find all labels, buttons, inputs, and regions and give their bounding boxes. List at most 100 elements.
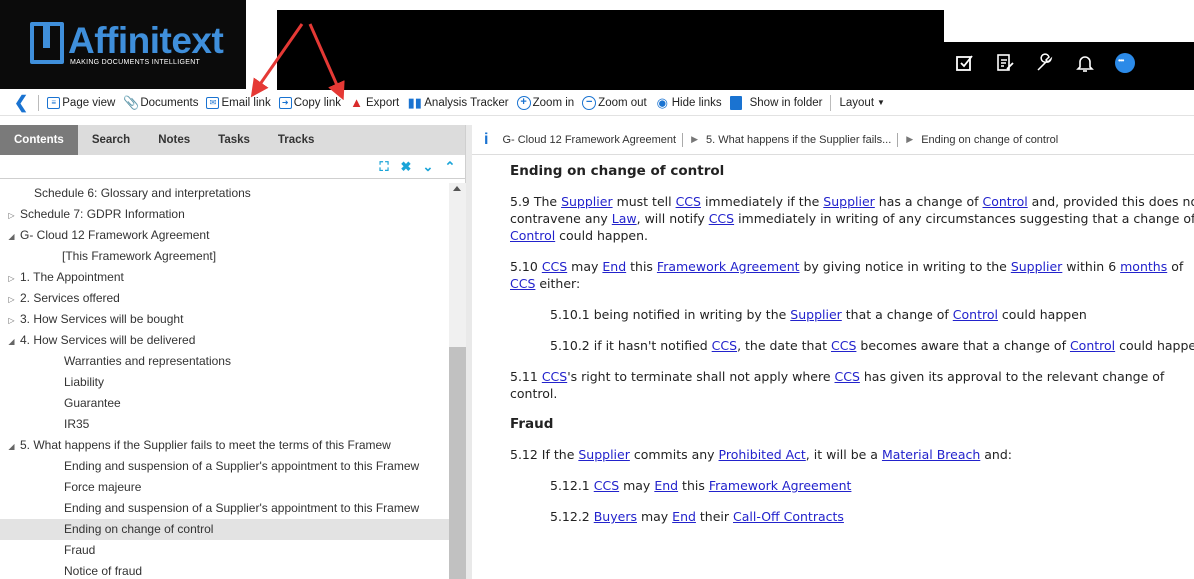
defined-term-link[interactable]: CCS bbox=[510, 276, 535, 291]
tab-tracks[interactable]: Tracks bbox=[264, 125, 328, 155]
clause-text: 5.12 If the bbox=[510, 447, 579, 462]
tab-notes[interactable]: Notes bbox=[144, 125, 204, 155]
defined-term-link[interactable]: End bbox=[654, 478, 678, 493]
back-arrow-icon[interactable]: ❮ bbox=[14, 93, 28, 113]
expand-toggle-icon[interactable]: ▷ bbox=[6, 205, 17, 226]
collapse-toggle-icon[interactable]: ◢ bbox=[6, 436, 17, 457]
scrollbar-thumb[interactable] bbox=[449, 347, 466, 579]
defined-term-link[interactable]: CCS bbox=[831, 338, 856, 353]
defined-term-link[interactable]: Buyers bbox=[594, 509, 637, 524]
defined-term-link[interactable]: Control bbox=[510, 228, 555, 243]
defined-term-link[interactable]: End bbox=[602, 259, 626, 274]
info-icon[interactable]: i bbox=[484, 131, 488, 149]
tree-item[interactable]: ◢ 4. How Services will be delivered bbox=[0, 330, 449, 351]
breadcrumb-item[interactable]: G- Cloud 12 Framework Agreement bbox=[502, 134, 676, 146]
tree-item[interactable]: Guarantee bbox=[0, 393, 449, 414]
expand-toggle-icon[interactable]: ▷ bbox=[6, 289, 17, 310]
contents-tree: Schedule 6: Glossary and interpretations… bbox=[0, 183, 449, 579]
zoom-in-button[interactable]: + Zoom in bbox=[516, 95, 574, 110]
expand-all-icon[interactable]: ⛶ bbox=[377, 159, 391, 175]
chevron-up-icon[interactable]: ⌃ bbox=[443, 159, 457, 175]
defined-term-link[interactable]: Control bbox=[1070, 338, 1115, 353]
chevron-down-icon[interactable]: ⌄ bbox=[421, 159, 435, 175]
tree-item[interactable]: ▷ 2. Services offered bbox=[0, 288, 449, 309]
tab-tasks[interactable]: Tasks bbox=[204, 125, 264, 155]
defined-term-link[interactable]: Framework Agreement bbox=[709, 478, 852, 493]
tree-item[interactable]: Liability bbox=[0, 372, 449, 393]
breadcrumb-item[interactable]: Ending on change of control bbox=[921, 134, 1058, 146]
tree-item[interactable]: ▷ 1. The Appointment bbox=[0, 267, 449, 288]
affinitext-logo[interactable]: Affinitext MAKING DOCUMENTS INTELLIGENT bbox=[30, 22, 224, 66]
page-view-button[interactable]: ≡ Page view bbox=[47, 96, 115, 109]
caret-down-icon: ▼ bbox=[877, 98, 885, 107]
chat-icon[interactable] bbox=[1115, 52, 1135, 74]
tree-item[interactable]: ▷ 3. How Services will be bought bbox=[0, 309, 449, 330]
hide-links-button[interactable]: ◉ Hide links bbox=[655, 95, 722, 110]
layout-dropdown[interactable]: Layout ▼ bbox=[839, 97, 884, 109]
collapse-all-icon[interactable]: ✖ bbox=[399, 159, 413, 175]
bell-icon[interactable] bbox=[1075, 52, 1095, 74]
defined-term-link[interactable]: Framework Agreement bbox=[657, 259, 800, 274]
zoom-out-button[interactable]: − Zoom out bbox=[582, 95, 647, 110]
tree-item[interactable]: ◢ 5. What happens if the Supplier fails t… bbox=[0, 435, 449, 456]
defined-term-link[interactable]: CCS bbox=[835, 369, 860, 384]
collapse-toggle-icon[interactable]: ◢ bbox=[6, 331, 17, 352]
expand-toggle-icon[interactable]: ▷ bbox=[6, 268, 17, 289]
wrench-icon[interactable] bbox=[1035, 52, 1055, 74]
defined-term-link[interactable]: CCS bbox=[676, 194, 701, 209]
defined-term-link[interactable]: months bbox=[1120, 259, 1167, 274]
tree-item[interactable]: Force majeure bbox=[0, 477, 449, 498]
defined-term-link[interactable]: CCS bbox=[542, 369, 567, 384]
defined-term-link[interactable]: Supplier bbox=[823, 194, 875, 209]
defined-term-link[interactable]: Call-Off Contracts bbox=[733, 509, 844, 524]
defined-term-link[interactable]: Prohibited Act bbox=[719, 447, 806, 462]
defined-term-link[interactable]: Supplier bbox=[790, 307, 842, 322]
tree-item[interactable]: ◢ G- Cloud 12 Framework Agreement bbox=[0, 225, 449, 246]
clause-text: may bbox=[619, 478, 655, 493]
panel-tabs: Contents Search Notes Tasks Tracks bbox=[0, 125, 465, 155]
clause-text: , the date that bbox=[737, 338, 832, 353]
tree-item[interactable]: Ending and suspension of a Supplier's ap… bbox=[0, 498, 449, 519]
tab-search[interactable]: Search bbox=[78, 125, 144, 155]
clause-text: 's right to terminate shall not apply wh… bbox=[567, 369, 835, 384]
defined-term-link[interactable]: CCS bbox=[594, 478, 619, 493]
copy-link-button[interactable]: ➜ Copy link bbox=[278, 96, 341, 109]
defined-term-link[interactable]: Control bbox=[953, 307, 998, 322]
expand-toggle-icon[interactable]: ▷ bbox=[6, 310, 17, 331]
defined-term-link[interactable]: CCS bbox=[709, 211, 734, 226]
defined-term-link[interactable]: CCS bbox=[542, 259, 567, 274]
defined-term-link[interactable]: CCS bbox=[712, 338, 737, 353]
defined-term-link[interactable]: Law bbox=[612, 211, 637, 226]
tree-item[interactable]: Warranties and representations bbox=[0, 351, 449, 372]
collapse-toggle-icon[interactable]: ◢ bbox=[6, 226, 17, 247]
checkbox-icon[interactable] bbox=[955, 52, 975, 74]
analysis-tracker-button[interactable]: ▮▮ Analysis Tracker bbox=[407, 95, 509, 110]
clause-text: may bbox=[636, 509, 673, 524]
defined-term-link[interactable]: Control bbox=[983, 194, 1028, 209]
tree-item[interactable]: Schedule 6: Glossary and interpretations bbox=[0, 183, 449, 204]
breadcrumb-item[interactable]: 5. What happens if the Supplier fails... bbox=[706, 134, 891, 146]
defined-term-link[interactable]: End bbox=[672, 509, 696, 524]
tree-item[interactable]: [This Framework Agreement] bbox=[0, 246, 449, 267]
defined-term-link[interactable]: Material Breach bbox=[882, 447, 980, 462]
tree-item[interactable]: Ending on change of control bbox=[0, 519, 449, 540]
tree-item[interactable]: Notice of fraud bbox=[0, 561, 449, 579]
tree-item[interactable]: Ending and suspension of a Supplier's ap… bbox=[0, 456, 449, 477]
email-link-button[interactable]: ✉ Email link bbox=[206, 96, 271, 109]
tree-item[interactable]: Fraud bbox=[0, 540, 449, 561]
defined-term-link[interactable]: Supplier bbox=[578, 447, 630, 462]
edit-document-icon[interactable] bbox=[995, 52, 1015, 74]
show-in-folder-button[interactable]: Show in folder bbox=[729, 95, 822, 110]
defined-term-link[interactable]: Supplier bbox=[1011, 259, 1063, 274]
documents-button[interactable]: 📎 Documents bbox=[123, 95, 198, 110]
export-button[interactable]: ▲ Export bbox=[349, 95, 399, 110]
clause-text: 5.10.2 if it hasn't notified bbox=[550, 338, 712, 353]
clause-text: may bbox=[567, 259, 603, 274]
scroll-up-icon[interactable] bbox=[453, 186, 461, 191]
tree-scrollbar[interactable] bbox=[449, 183, 466, 579]
clause-text: immediately in writing of any circumstan… bbox=[734, 211, 1194, 226]
tree-item[interactable]: ▷ Schedule 7: GDPR Information bbox=[0, 204, 449, 225]
defined-term-link[interactable]: Supplier bbox=[561, 194, 613, 209]
tab-contents[interactable]: Contents bbox=[0, 125, 78, 155]
tree-item[interactable]: IR35 bbox=[0, 414, 449, 435]
